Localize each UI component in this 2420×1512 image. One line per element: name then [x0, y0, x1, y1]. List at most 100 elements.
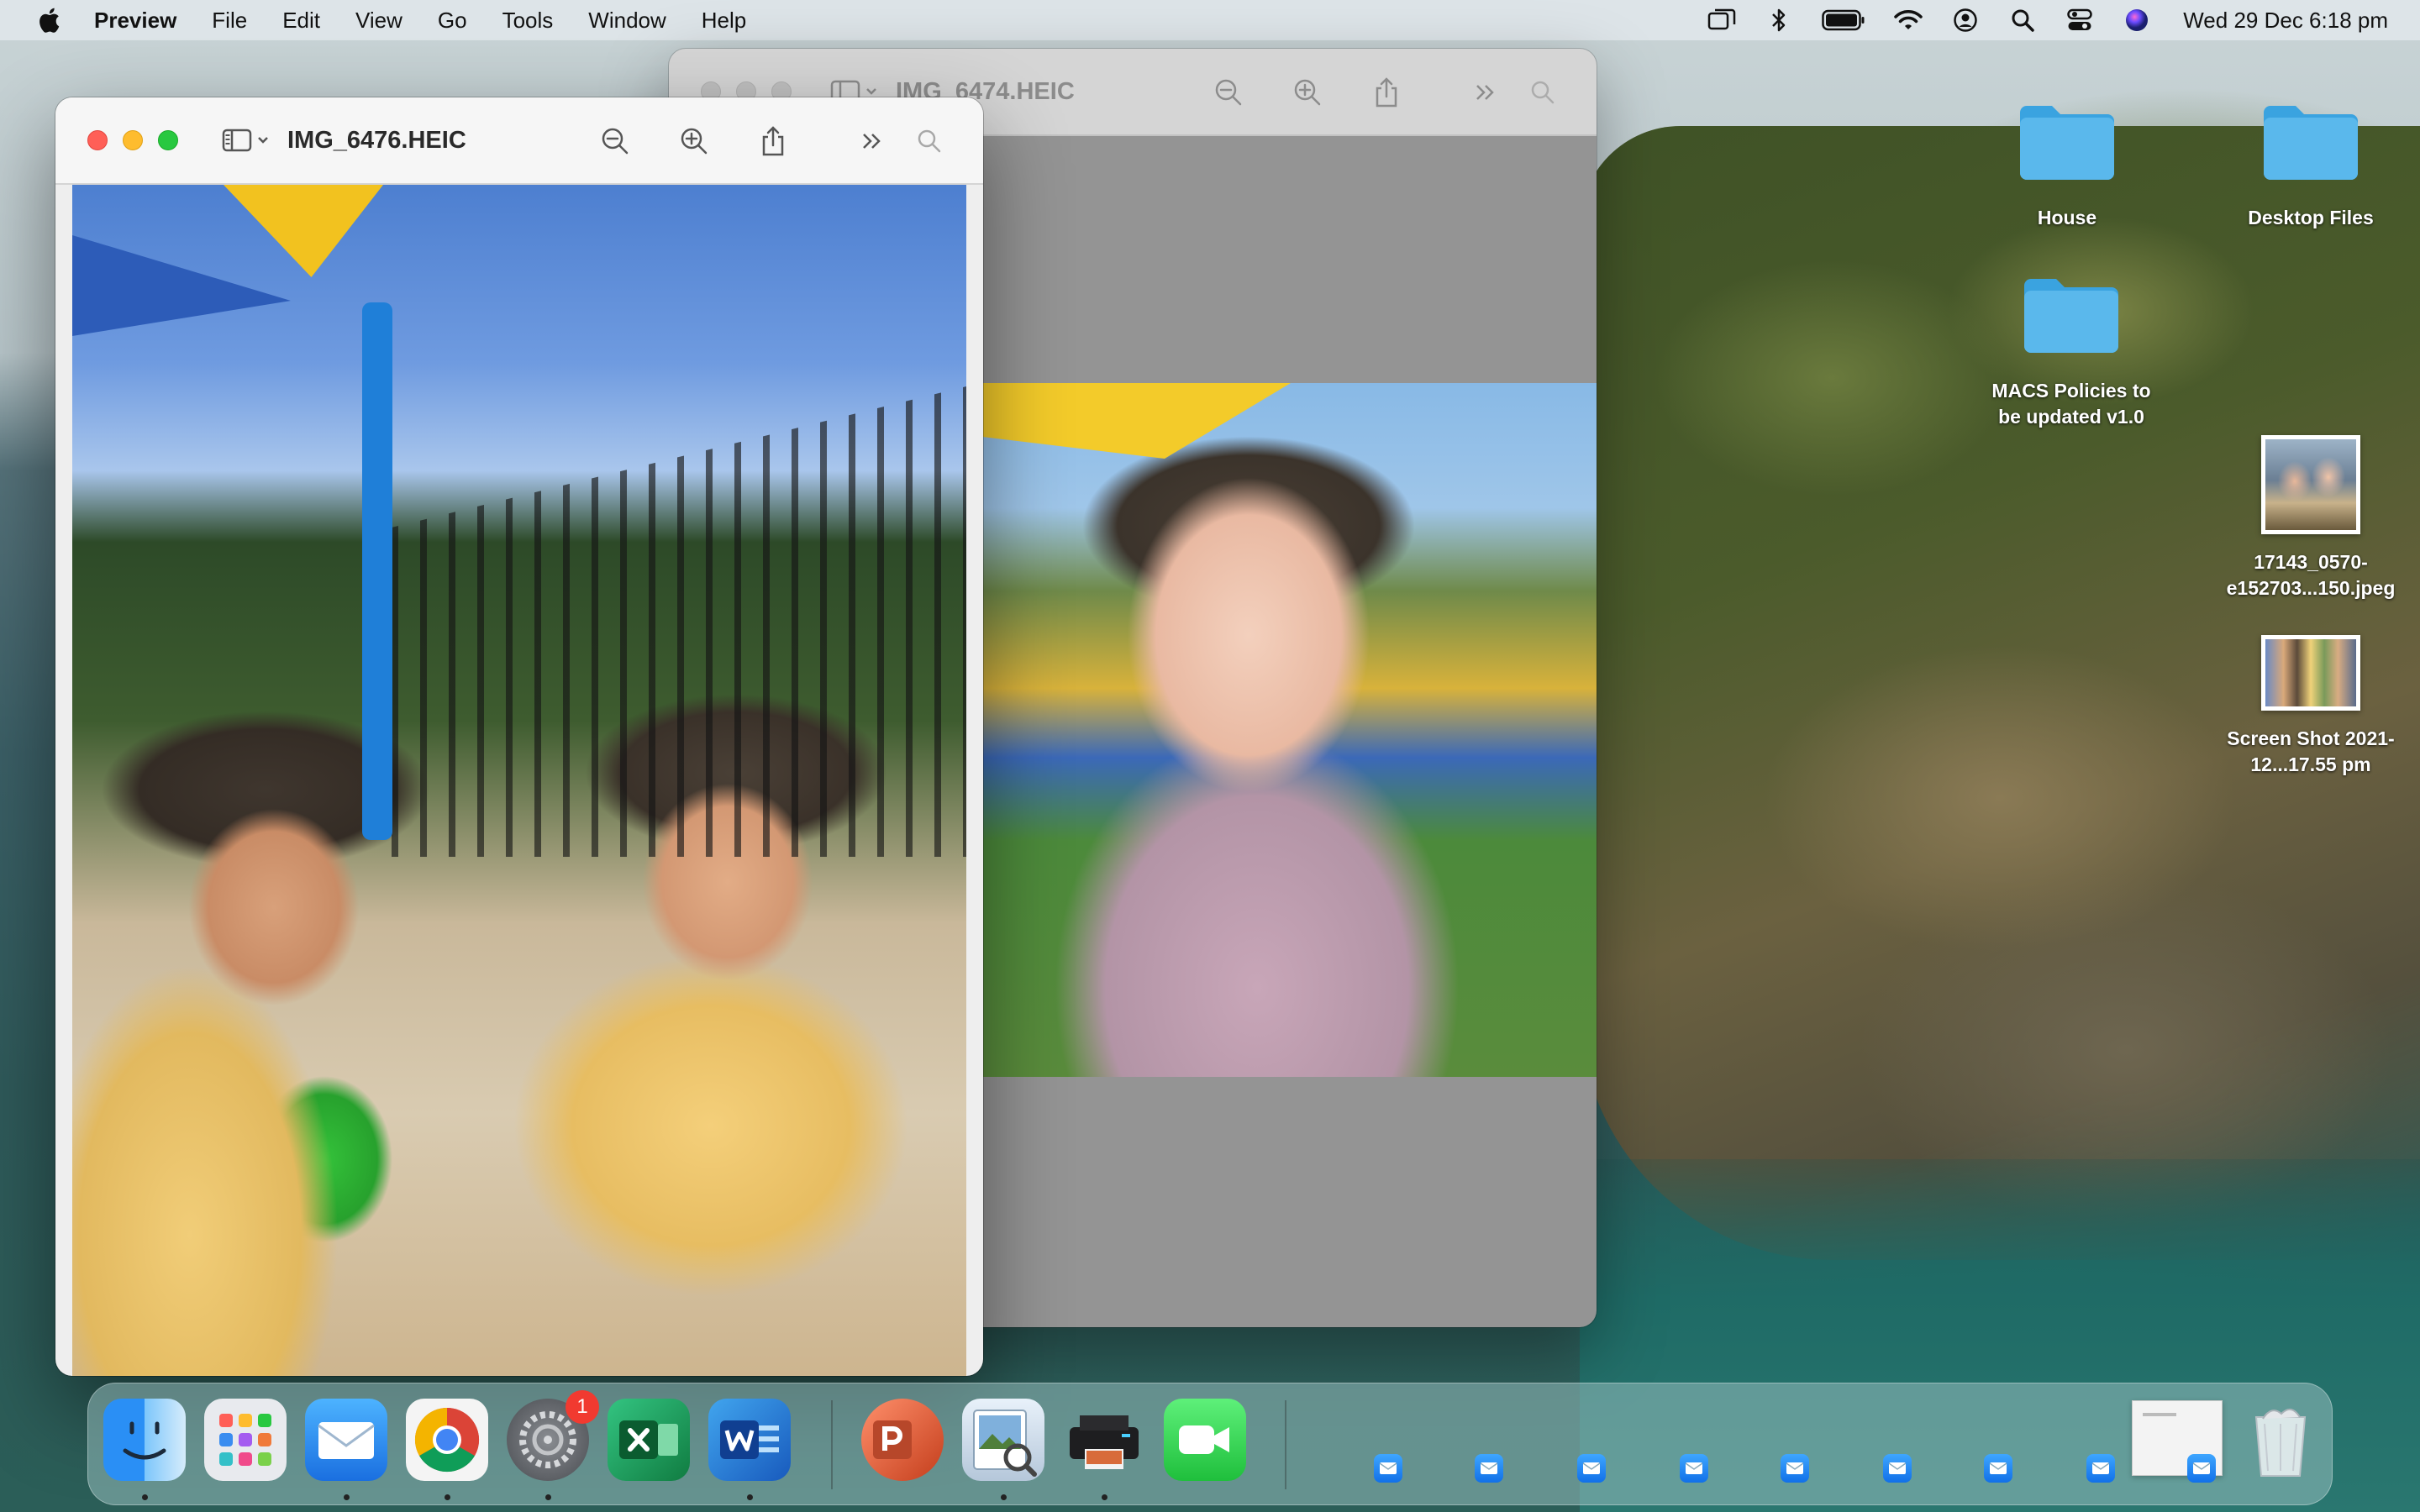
sidebar-icon [222, 129, 252, 152]
desktop-file-jpeg[interactable]: 17143_0570-e152703...150.jpeg [2218, 435, 2403, 601]
dock-preview[interactable] [962, 1399, 1044, 1481]
bluetooth-icon[interactable] [1765, 8, 1793, 33]
menu-window[interactable]: Window [588, 8, 666, 34]
siri-icon[interactable] [2123, 8, 2151, 33]
dock: 1 [87, 1383, 2333, 1505]
chevron-down-icon [866, 88, 876, 95]
dock-system-preferences[interactable]: 1 [507, 1390, 599, 1481]
menu-bar-clock[interactable]: Wed 29 Dec 6:18 pm [2183, 8, 2388, 34]
search-icon [1531, 81, 1555, 104]
menu-go[interactable]: Go [438, 8, 467, 34]
photo-shade-sail [224, 185, 383, 277]
dock-minimized-window[interactable] [1374, 1454, 1402, 1483]
running-indicator [1001, 1494, 1007, 1500]
minimize-button[interactable] [123, 130, 143, 150]
apple-menu-icon[interactable] [37, 7, 60, 34]
search-button[interactable] [909, 121, 950, 161]
desktop-file-screenshot[interactable]: Screen Shot 2021-12...17.55 pm [2218, 635, 2403, 778]
zoom-in-icon [681, 128, 708, 155]
share-icon [1376, 77, 1397, 108]
zoom-out-button[interactable] [1208, 72, 1249, 113]
sidebar-toggle-button[interactable] [222, 129, 269, 152]
toolbar-overflow-button[interactable] [852, 121, 892, 161]
image-thumbnail [2261, 435, 2360, 534]
zoom-button[interactable] [158, 130, 178, 150]
dock-minimized-window[interactable] [1475, 1454, 1503, 1483]
notification-badge: 1 [566, 1390, 599, 1424]
running-indicator [545, 1494, 551, 1500]
wifi-icon[interactable] [1894, 8, 1923, 33]
user-icon[interactable] [1951, 8, 1980, 33]
traffic-lights [87, 130, 178, 150]
desktop-item-label: MACS Policies to be updated v1.0 [1991, 380, 2151, 428]
printer-icon [1070, 1415, 1139, 1469]
toolbar-overflow-button[interactable] [1465, 72, 1506, 113]
dock-powerpoint[interactable] [861, 1399, 944, 1481]
dock-chrome[interactable] [406, 1399, 488, 1481]
dock-word[interactable] [708, 1399, 791, 1481]
close-button[interactable] [87, 130, 108, 150]
preview-window-active[interactable]: IMG_6476.HEIC [55, 97, 983, 1376]
menu-help[interactable]: Help [702, 8, 746, 34]
window-title: IMG_6476.HEIC [287, 126, 466, 154]
finder-icon [123, 1421, 166, 1460]
share-button[interactable] [1366, 72, 1407, 113]
desktop-item-label: Desktop Files [2248, 207, 2374, 228]
desktop-folder-house[interactable]: House [1975, 101, 2160, 231]
dock-separator [1285, 1400, 1286, 1489]
dock-minimized-window[interactable] [2187, 1454, 2216, 1483]
dock-minimized-window[interactable] [1781, 1454, 1809, 1483]
dock-minimized-window[interactable] [2086, 1454, 2115, 1483]
zoom-in-button[interactable] [674, 121, 714, 161]
zoom-in-icon [1294, 79, 1321, 106]
control-center-icon[interactable] [2065, 8, 2094, 33]
search-button[interactable] [1523, 72, 1563, 113]
chrome-icon [414, 1407, 480, 1473]
dock-finder[interactable] [103, 1399, 186, 1481]
mail-icon [2192, 1462, 2211, 1474]
zoom-out-button[interactable] [595, 121, 635, 161]
menu-edit[interactable]: Edit [282, 8, 320, 34]
photo-fence [392, 386, 966, 857]
dock-minimized-window[interactable] [1883, 1454, 1912, 1483]
image-thumbnail [2261, 635, 2360, 711]
zoom-out-icon [1215, 79, 1242, 106]
zoom-out-icon [602, 128, 629, 155]
spotlight-icon[interactable] [2008, 8, 2037, 33]
battery-icon[interactable] [1822, 8, 1865, 33]
dock-printer[interactable] [1063, 1399, 1145, 1481]
dock-mail[interactable] [305, 1399, 387, 1481]
mail-icon [1989, 1462, 2007, 1474]
desktop-item-label: House [2037, 207, 2097, 228]
running-indicator [747, 1494, 753, 1500]
word-icon [720, 1420, 779, 1459]
desktop-folder-desktop-files[interactable]: Desktop Files [2218, 101, 2403, 231]
zoom-in-button[interactable] [1287, 72, 1328, 113]
dock-facetime[interactable] [1164, 1399, 1246, 1481]
mail-icon [1786, 1462, 1804, 1474]
desktop-item-label: Screen Shot 2021-12...17.55 pm [2227, 727, 2395, 775]
running-indicator [142, 1494, 148, 1500]
dock-excel[interactable] [608, 1399, 690, 1481]
menu-file[interactable]: File [212, 8, 247, 34]
menu-app-preview[interactable]: Preview [94, 8, 176, 34]
window-toolbar [595, 97, 950, 185]
dock-minimized-window[interactable] [1577, 1454, 1606, 1483]
desktop-folder-macs-policies[interactable]: MACS Policies to be updated v1.0 [1979, 274, 2164, 430]
powerpoint-icon [873, 1420, 912, 1459]
dock-minimized-window[interactable] [1680, 1454, 1708, 1483]
window-titlebar[interactable]: IMG_6476.HEIC [55, 97, 983, 185]
mail-icon [2091, 1462, 2110, 1474]
menu-bar: Preview File Edit View Go Tools Window H… [0, 0, 2420, 40]
launchpad-icon [219, 1414, 271, 1466]
dock-trash[interactable] [2239, 1399, 2322, 1481]
screen-mirroring-icon[interactable] [1707, 8, 1736, 33]
chevron-double-right-icon [1476, 85, 1494, 100]
search-icon [918, 129, 941, 153]
dock-minimized-window[interactable] [1984, 1454, 2012, 1483]
dock-launchpad[interactable] [204, 1399, 287, 1481]
document-image [72, 185, 966, 1376]
menu-view[interactable]: View [355, 8, 402, 34]
menu-tools[interactable]: Tools [502, 8, 554, 34]
share-button[interactable] [753, 121, 793, 161]
